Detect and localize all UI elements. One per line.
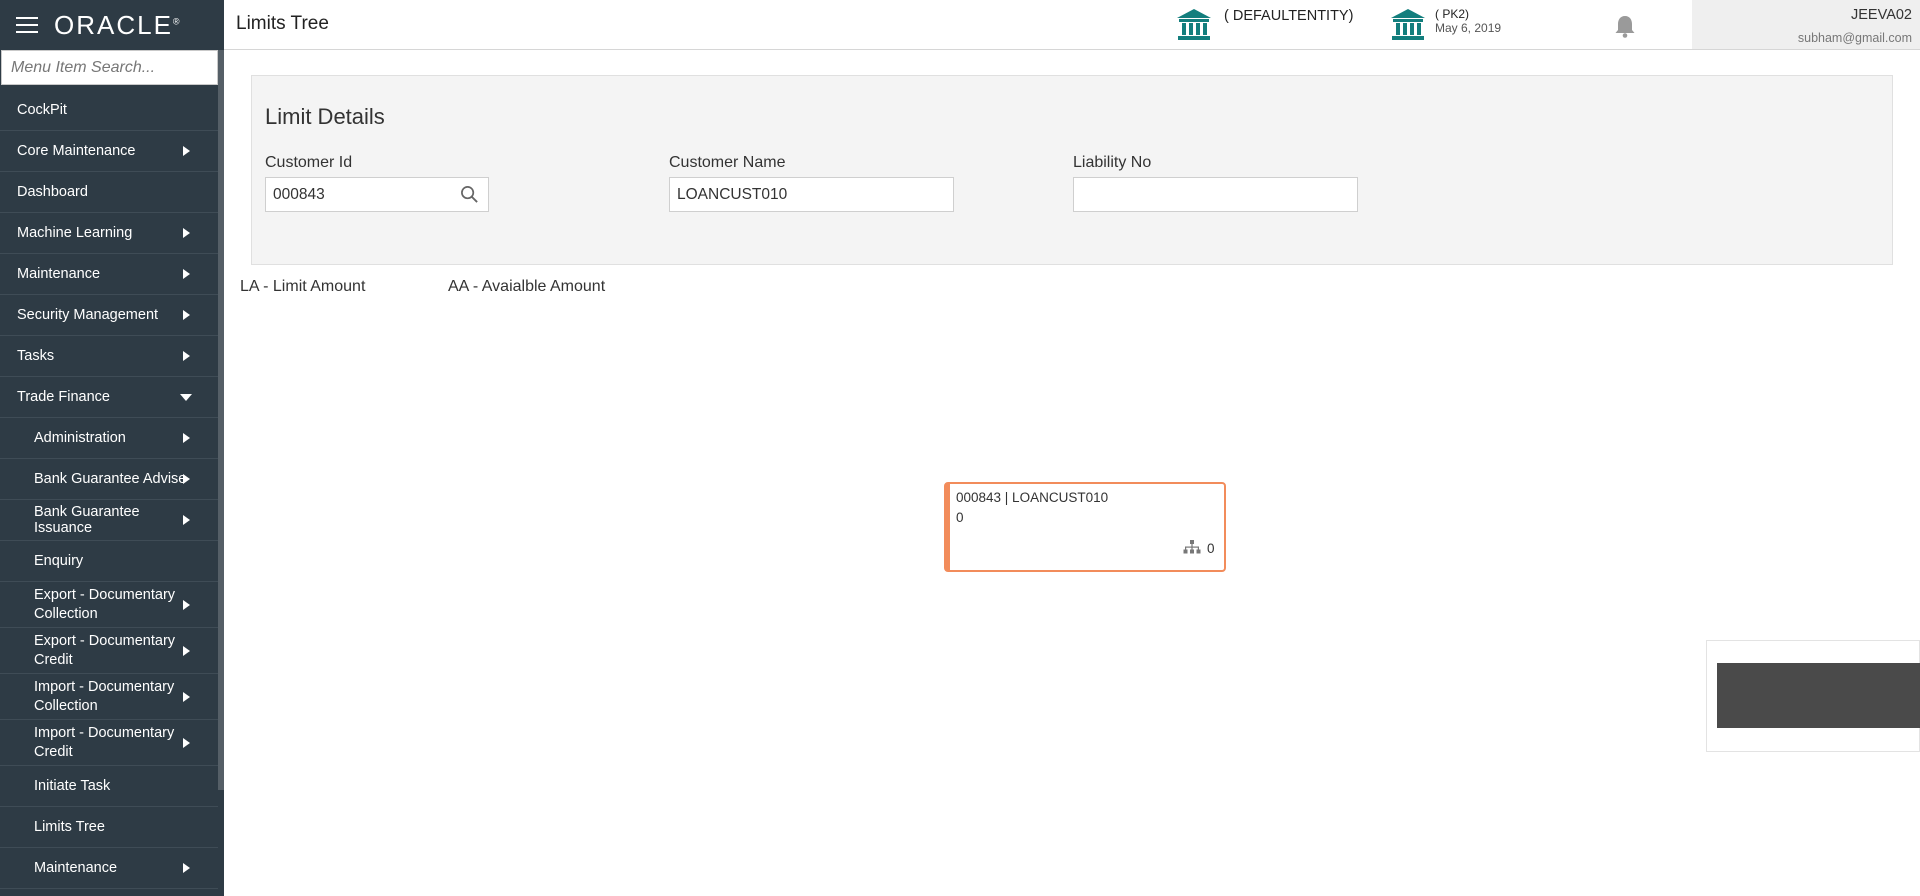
sidebar-item-tasks[interactable]: Tasks (0, 336, 218, 377)
sidebar-item-import-documentary-credit[interactable]: Import - Documentary Credit (0, 720, 218, 766)
user-name: JEEVA02 (1851, 7, 1912, 23)
customer-id-search-icon[interactable] (460, 185, 479, 204)
chevron-right-icon (183, 515, 190, 525)
notification-bell-icon[interactable] (1614, 14, 1636, 38)
sidebar-item-limits-tree[interactable]: Limits Tree (0, 807, 218, 848)
sidebar-item-import-documentary-collection[interactable]: Import - Documentary Collection (0, 674, 218, 720)
sidebar-item-cockpit[interactable]: CockPit (0, 90, 218, 131)
sidebar-item-label: Tasks (17, 348, 55, 364)
chevron-right-icon (183, 737, 190, 748)
sidebar-item-core-maintenance[interactable]: Core Maintenance (0, 131, 218, 172)
entity-label[interactable]: ( DEFAULTENTITY) (1224, 8, 1353, 24)
sidebar-item-label: Maintenance (34, 860, 118, 876)
sidebar-item-maintenance[interactable]: Maintenance (0, 848, 218, 889)
chevron-right-icon (183, 146, 190, 156)
customer-name-value: LOANCUST010 (677, 185, 788, 203)
brand-bar: ORACLE® (0, 0, 224, 50)
sidebar-item-initiate-task[interactable]: Initiate Task (0, 766, 218, 807)
sidebar-item-label: Security Management (17, 307, 159, 323)
oracle-logo: ORACLE® (54, 9, 180, 40)
branch-date: May 6, 2019 (1435, 21, 1502, 35)
liability-no-field[interactable] (1073, 177, 1358, 212)
sidebar-item-label: Machine Learning (17, 225, 133, 241)
sidebar-item-export-documentary-credit[interactable]: Export - Documentary Credit (0, 628, 218, 674)
menu-search-input[interactable] (9, 52, 221, 83)
sidebar-item-label: Administration (34, 430, 126, 446)
sidebar-item-label: Initiate Task (34, 778, 111, 794)
chevron-right-icon (183, 691, 190, 702)
sidebar: ORACLE® CockPit Core Maintenance Dashboard… (0, 0, 224, 896)
sidebar-item-label: Export - Documentary Credit (34, 632, 176, 668)
legend-available-amount: AA - Avaialble Amount (448, 278, 606, 295)
menu-search-box (1, 50, 221, 85)
hierarchy-icon[interactable] (1183, 539, 1201, 555)
chevron-down-icon (180, 394, 192, 401)
floating-widget-panel[interactable] (1717, 663, 1920, 728)
node-amount: 0 (956, 510, 964, 525)
sidebar-item-label: Dashboard (17, 184, 88, 200)
sidebar-item-label: Import - Documentary Credit (34, 724, 175, 760)
sidebar-scrollbar[interactable] (218, 50, 224, 790)
entity-bank-icon[interactable] (1176, 8, 1212, 42)
sidebar-item-label: Trade Finance (17, 389, 110, 405)
chevron-right-icon (183, 269, 190, 279)
sidebar-item-bank-guarantee-advise[interactable]: Bank Guarantee Advise (0, 459, 218, 500)
sidebar-item-label: Enquiry (34, 553, 84, 569)
sidebar-item-machine-learning[interactable]: Machine Learning (0, 213, 218, 254)
chevron-right-icon (183, 599, 190, 610)
sidebar-item-trade-finance[interactable]: Trade Finance (0, 377, 218, 418)
limit-details-panel: Limit Details Customer Id 000843 Custome… (251, 75, 1893, 265)
sidebar-nav: CockPit Core Maintenance Dashboard Machine … (0, 90, 218, 889)
node-title: 000843 | LOANCUST010 (956, 490, 1109, 505)
sidebar-item-label: Limits Tree (34, 819, 105, 835)
user-info[interactable]: JEEVA02 subham@gmail.com (1692, 0, 1920, 49)
branch-label[interactable]: ( PK2) (1435, 8, 1469, 21)
sidebar-item-security-management[interactable]: Security Management (0, 295, 218, 336)
sidebar-item-label: CockPit (17, 102, 67, 118)
sidebar-item-label: Core Maintenance (17, 143, 136, 159)
customer-name-field[interactable]: LOANCUST010 (669, 177, 954, 212)
limit-tree-node[interactable]: 000843 | LOANCUST010 0 0 (944, 482, 1226, 572)
legend-limit-amount: LA - Limit Amount (240, 278, 366, 295)
chevron-right-icon (183, 863, 190, 873)
sidebar-item-bank-guarantee-issuance[interactable]: Bank Guarantee Issuance (0, 500, 218, 541)
customer-id-field[interactable]: 000843 (265, 177, 489, 212)
hamburger-menu-icon[interactable] (16, 17, 38, 33)
sidebar-item-administration[interactable]: Administration (0, 418, 218, 459)
top-header: Limits Tree ( DEFAULTENTITY) ( PK2) May … (224, 0, 1920, 50)
sidebar-item-dashboard[interactable]: Dashboard (0, 172, 218, 213)
chevron-right-icon (183, 474, 190, 484)
node-children-count: 0 (1207, 541, 1215, 556)
chevron-right-icon (183, 228, 190, 238)
floating-widget (1706, 640, 1920, 752)
liability-no-label: Liability No (1073, 154, 1152, 171)
sidebar-item-label: Maintenance (17, 266, 101, 282)
customer-id-value: 000843 (273, 185, 325, 203)
chevron-right-icon (183, 645, 190, 656)
panel-title: Limit Details (265, 104, 385, 129)
sidebar-item-label: Export - Documentary Collection (34, 586, 176, 622)
sidebar-item-enquiry[interactable]: Enquiry (0, 541, 218, 582)
page-title: Limits Tree (236, 13, 329, 34)
sidebar-item-maintenance[interactable]: Maintenance (0, 254, 218, 295)
sidebar-item-label: Bank Guarantee Advise (34, 471, 187, 487)
sidebar-item-label: Import - Documentary Collection (34, 678, 175, 714)
customer-name-label: Customer Name (669, 154, 786, 171)
chevron-right-icon (183, 351, 190, 361)
chevron-right-icon (183, 310, 190, 320)
user-email: subham@gmail.com (1797, 31, 1912, 45)
sidebar-item-export-documentary-collection[interactable]: Export - Documentary Collection (0, 582, 218, 628)
customer-id-label: Customer Id (265, 154, 353, 171)
branch-bank-icon[interactable] (1390, 8, 1426, 42)
sidebar-item-label: Bank Guarantee Issuance (34, 504, 140, 536)
chevron-right-icon (183, 433, 190, 443)
